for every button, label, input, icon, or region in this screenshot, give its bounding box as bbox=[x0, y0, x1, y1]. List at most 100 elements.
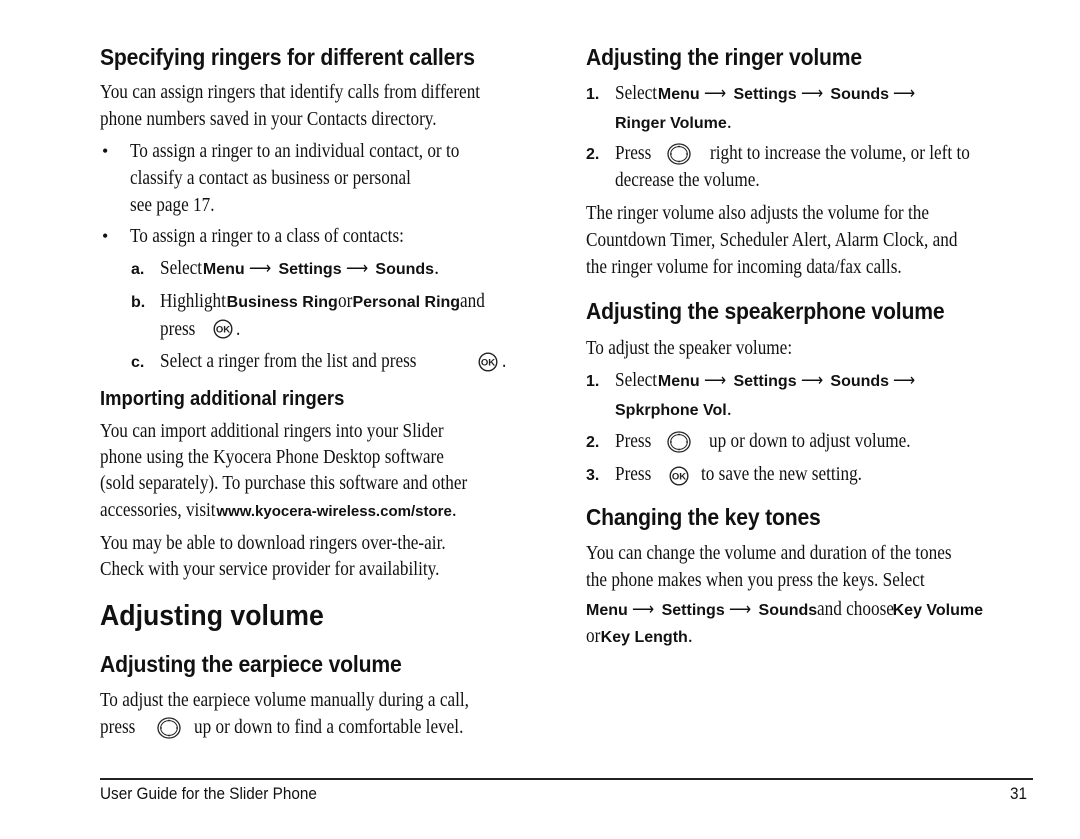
paragraph-line: or Key Length. bbox=[586, 625, 693, 648]
bullet-text: To assign a ringer to a class of contact… bbox=[130, 225, 404, 247]
step-text: right to increase the volume, or left to bbox=[710, 142, 970, 164]
option-key-length: Key Length bbox=[600, 629, 688, 646]
arrow-icon: ⟶ bbox=[345, 258, 368, 278]
step-a: Select Menu ⟶ Settings ⟶ Sounds. bbox=[160, 257, 439, 280]
speaker-step-1: Select Menu ⟶ Settings ⟶ Sounds ⟶ bbox=[615, 369, 919, 392]
bullet-icon: • bbox=[102, 141, 109, 161]
step-label: 1. bbox=[586, 86, 600, 103]
paragraph-line: You can assign ringers that identify cal… bbox=[100, 81, 481, 103]
paragraph-text: press bbox=[100, 716, 136, 738]
footer-divider bbox=[100, 778, 1033, 780]
heading-earpiece-volume: Adjusting the earpiece volume bbox=[100, 651, 402, 677]
navigation-key-icon bbox=[667, 431, 691, 453]
paragraph-line: To adjust the earpiece volume manually d… bbox=[100, 689, 469, 711]
bullet-text: To assign a ringer to an individual cont… bbox=[130, 140, 460, 162]
paragraph-text: accessories, visit bbox=[100, 499, 216, 521]
step-text: Highlight bbox=[160, 290, 226, 312]
ok-key-icon bbox=[213, 319, 233, 339]
paragraph-text: up or down to find a comfortable level. bbox=[194, 716, 464, 738]
step-text: Select bbox=[615, 369, 658, 391]
footer-title: User Guide for the Slider Phone bbox=[100, 784, 317, 803]
step-label: a. bbox=[131, 261, 145, 278]
store-url-link[interactable]: www.kyocera-wireless.com/store bbox=[216, 503, 451, 520]
step-text: or bbox=[337, 290, 353, 312]
step-label: 2. bbox=[586, 434, 600, 451]
step-text: Select a ringer from the list and press bbox=[160, 350, 417, 372]
heading-ringer-volume: Adjusting the ringer volume bbox=[586, 44, 863, 70]
menu-path-settings: Settings bbox=[733, 373, 797, 390]
menu-path-menu: Menu bbox=[657, 86, 700, 103]
paragraph-line: You can import additional ringers into y… bbox=[100, 420, 444, 442]
menu-path-menu: Menu bbox=[202, 261, 245, 278]
arrow-icon: ⟶ bbox=[728, 599, 751, 619]
ringer-step-1-cont: Ringer Volume. bbox=[615, 111, 732, 134]
menu-path-settings: Settings bbox=[278, 261, 342, 278]
page-reference-link[interactable]: see page 17. bbox=[130, 194, 215, 217]
punctuation: . bbox=[236, 318, 241, 340]
heading-specifying-ringers: Specifying ringers for different callers bbox=[100, 44, 475, 70]
arrow-icon: ⟶ bbox=[631, 599, 654, 619]
step-text: Select bbox=[160, 257, 203, 279]
step-text: Select bbox=[615, 82, 658, 104]
step-text: press bbox=[160, 318, 196, 340]
paragraph-line: phone numbers saved in your Contacts dir… bbox=[100, 108, 437, 130]
bullet-text: classify a contact as business or person… bbox=[130, 167, 411, 189]
punctuation: . bbox=[451, 499, 457, 521]
ok-key-icon bbox=[478, 352, 498, 372]
step-label: 2. bbox=[586, 146, 600, 163]
menu-path-settings: Settings bbox=[661, 602, 725, 619]
step-label: 1. bbox=[586, 373, 600, 390]
speaker-step-1-cont: Spkrphone Vol. bbox=[615, 398, 732, 421]
punctuation: . bbox=[502, 350, 507, 372]
paragraph-line: You may be able to download ringers over… bbox=[100, 532, 446, 554]
heading-importing-ringers: Importing additional ringers bbox=[100, 388, 345, 410]
paragraph-line: (sold separately). To purchase this soft… bbox=[100, 472, 468, 494]
arrow-icon: ⟶ bbox=[248, 258, 271, 278]
step-text: Press bbox=[615, 463, 652, 485]
menu-path-sounds: Sounds bbox=[830, 373, 890, 390]
step-text: Press bbox=[615, 430, 652, 452]
option-business-ring: Business Ring bbox=[226, 294, 338, 311]
option-key-volume: Key Volume bbox=[892, 602, 984, 619]
page-number: 31 bbox=[1010, 784, 1028, 803]
punctuation: . bbox=[726, 398, 732, 420]
paragraph-line: accessories, visit www.kyocera-wireless.… bbox=[100, 499, 457, 522]
step-b: Highlight Business Ring or Personal Ring… bbox=[160, 290, 489, 313]
heading-key-tones: Changing the key tones bbox=[586, 504, 821, 530]
paragraph-line: Menu ⟶ Settings ⟶ Sounds and choose Key … bbox=[586, 598, 983, 621]
paragraph-line: phone using the Kyocera Phone Desktop so… bbox=[100, 446, 444, 468]
arrow-icon: ⟶ bbox=[800, 370, 823, 390]
paragraph-line: You can change the volume and duration o… bbox=[586, 542, 952, 564]
arrow-icon: ⟶ bbox=[703, 370, 726, 390]
step-label: b. bbox=[131, 294, 146, 311]
paragraph-text: or bbox=[586, 625, 601, 647]
step-label: c. bbox=[131, 354, 145, 371]
paragraph-line: Check with your service provider for ava… bbox=[100, 558, 440, 580]
ok-key-icon bbox=[669, 466, 689, 486]
heading-adjusting-volume: Adjusting volume bbox=[100, 600, 324, 632]
arrow-icon: ⟶ bbox=[703, 83, 726, 103]
paragraph-text: and choose bbox=[817, 598, 895, 620]
step-label: 3. bbox=[586, 467, 600, 484]
navigation-key-icon bbox=[667, 143, 691, 165]
heading-speakerphone-volume: Adjusting the speakerphone volume bbox=[586, 298, 945, 324]
paragraph-line: the ringer volume for incoming data/fax … bbox=[586, 256, 902, 278]
step-text: decrease the volume. bbox=[615, 169, 760, 191]
punctuation: . bbox=[434, 257, 440, 279]
step-text: Press bbox=[615, 142, 652, 164]
step-text: to save the new setting. bbox=[701, 463, 862, 485]
option-personal-ring: Personal Ring bbox=[352, 294, 461, 311]
arrow-icon: ⟶ bbox=[893, 370, 916, 390]
paragraph-line: Countdown Timer, Scheduler Alert, Alarm … bbox=[586, 229, 958, 251]
arrow-icon: ⟶ bbox=[893, 83, 916, 103]
arrow-icon: ⟶ bbox=[800, 83, 823, 103]
menu-path-ringer-volume: Ringer Volume bbox=[615, 115, 727, 132]
menu-path-settings: Settings bbox=[733, 86, 797, 103]
menu-path-sounds: Sounds bbox=[758, 602, 818, 619]
menu-path-sounds: Sounds bbox=[830, 86, 890, 103]
paragraph-line: The ringer volume also adjusts the volum… bbox=[586, 202, 929, 224]
ringer-step-1: Select Menu ⟶ Settings ⟶ Sounds ⟶ bbox=[615, 82, 919, 105]
menu-path-spkrphone-vol: Spkrphone Vol bbox=[615, 402, 727, 419]
step-text: up or down to adjust volume. bbox=[709, 430, 911, 452]
navigation-key-icon bbox=[157, 717, 181, 739]
